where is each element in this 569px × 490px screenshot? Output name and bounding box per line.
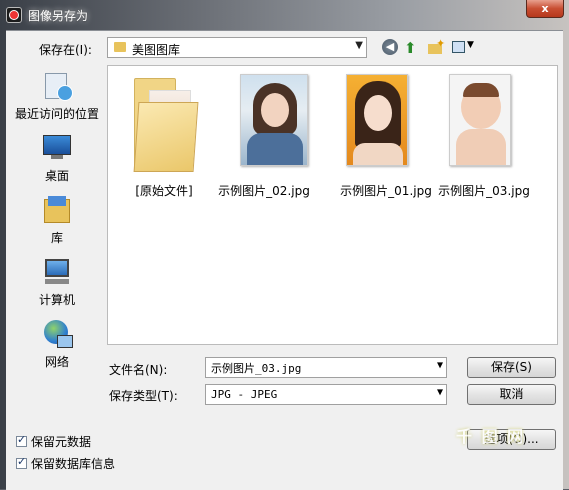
- places-bar: 最近访问的位置 桌面 库 计算机 网络: [9, 63, 105, 369]
- chevron-down-icon[interactable]: ▼: [437, 360, 443, 371]
- image-thumbnail: [449, 74, 511, 166]
- file-name: 示例图片_02.jpg: [218, 184, 310, 198]
- file-name: 示例图片_03.jpg: [438, 184, 530, 198]
- cancel-button[interactable]: 取消: [467, 384, 556, 405]
- chevron-down-icon[interactable]: ▼: [437, 387, 443, 398]
- image-thumbnail: [240, 74, 308, 166]
- file-list[interactable]: [原始文件] 示例图片_02.jpg 示例图片_01.jpg 示例图片_03.j…: [107, 65, 558, 345]
- image-thumbnail: [346, 74, 408, 166]
- dialog-body: 保存在(I): 美图图库 ▼ ◀ ⬆ ✦ ▼ 最近访问的位置 桌面 库 计算机 …: [6, 30, 563, 490]
- location-text: 美图图库: [132, 43, 181, 57]
- back-button[interactable]: ◀: [382, 39, 400, 57]
- place-desktop[interactable]: 桌面: [9, 133, 105, 184]
- place-label: 库: [50, 231, 63, 245]
- filetype-label: 保存类型(T):: [109, 389, 178, 403]
- chevron-down-icon[interactable]: ▼: [355, 40, 363, 51]
- place-label: 计算机: [38, 293, 75, 307]
- keep-db-info-checkbox-row[interactable]: 保留数据库信息: [16, 455, 115, 472]
- desktop-icon: [41, 133, 73, 163]
- up-folder-icon: ⬆: [404, 39, 417, 57]
- place-recent[interactable]: 最近访问的位置: [9, 71, 105, 122]
- chevron-down-icon: ▼: [467, 40, 474, 50]
- file-name: [原始文件]: [135, 184, 193, 198]
- network-icon: [41, 319, 73, 349]
- sparkle-icon: ✦: [436, 37, 446, 50]
- new-folder-button[interactable]: ✦: [427, 37, 446, 57]
- checkbox-label: 保留数据库信息: [31, 457, 116, 471]
- keep-metadata-checkbox-row[interactable]: 保留元数据: [16, 433, 91, 450]
- place-network[interactable]: 网络: [9, 319, 105, 370]
- keep-db-info-checkbox[interactable]: [16, 455, 27, 469]
- up-folder-button[interactable]: ⬆: [404, 39, 422, 57]
- filename-label: 文件名(N):: [109, 363, 168, 377]
- keep-metadata-checkbox[interactable]: [16, 433, 27, 447]
- place-label: 最近访问的位置: [14, 107, 99, 121]
- place-libraries[interactable]: 库: [9, 195, 105, 246]
- view-menu-button[interactable]: ▼: [452, 39, 478, 57]
- close-button[interactable]: x: [526, 0, 564, 18]
- app-icon: [6, 7, 22, 23]
- window-title: 图像另存为: [28, 9, 89, 23]
- place-label: 网络: [44, 355, 69, 369]
- filetype-select[interactable]: JPG - JPEG ▼: [205, 384, 447, 405]
- folder-front: [133, 102, 199, 172]
- libraries-icon: [41, 195, 73, 225]
- back-icon: ◀: [382, 39, 398, 55]
- title-bar[interactable]: 图像另存为 x: [0, 0, 569, 30]
- save-button[interactable]: 保存(S): [467, 357, 556, 378]
- location-combo[interactable]: 美图图库 ▼: [107, 37, 367, 58]
- place-computer[interactable]: 计算机: [9, 257, 105, 308]
- watermark: 千 图 网: [456, 427, 526, 446]
- place-label: 桌面: [44, 169, 69, 183]
- save-in-label: 保存在(I):: [39, 43, 92, 57]
- computer-icon: [41, 257, 73, 287]
- view-menu-icon: [452, 41, 465, 53]
- recent-places-icon: [41, 71, 73, 101]
- file-name: 示例图片_01.jpg: [340, 184, 432, 198]
- filename-value: 示例图片_03.jpg: [211, 362, 302, 375]
- checkbox-label: 保留元数据: [31, 435, 92, 449]
- filetype-value: JPG - JPEG: [211, 388, 278, 401]
- dialog-window: 图像另存为 x 保存在(I): 美图图库 ▼ ◀ ⬆ ✦ ▼ 最近访问的位置 桌…: [0, 0, 569, 490]
- filename-input[interactable]: 示例图片_03.jpg ▼: [205, 357, 447, 378]
- folder-icon: [114, 42, 126, 52]
